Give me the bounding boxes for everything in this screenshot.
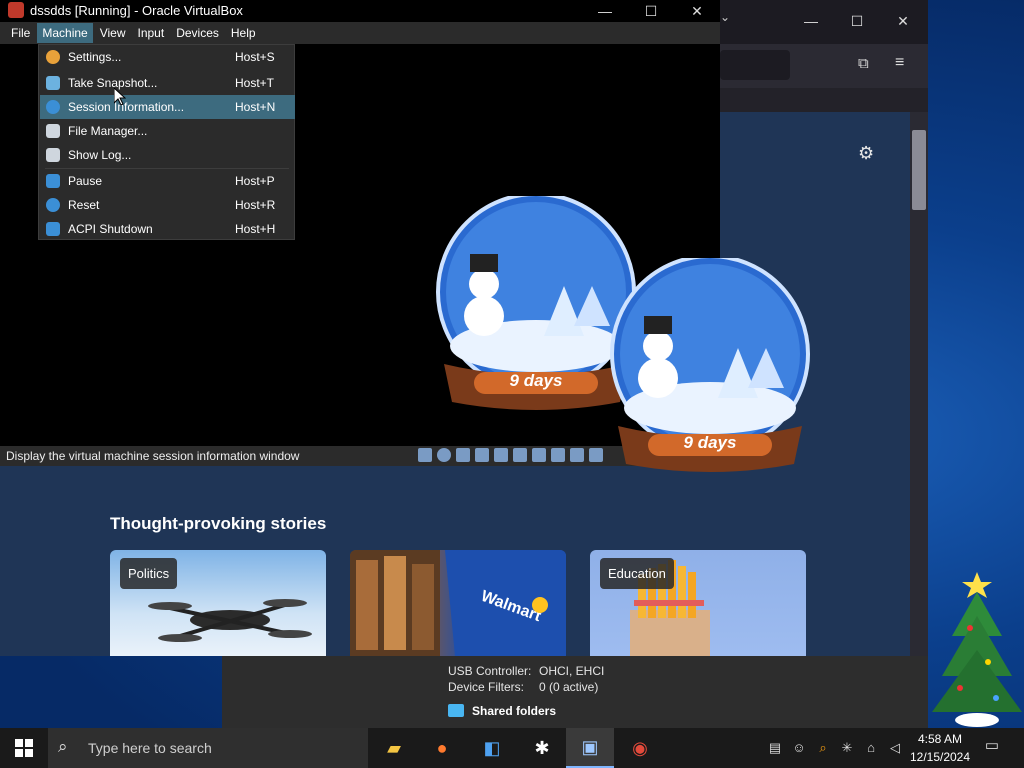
camera-icon (46, 76, 60, 90)
shared-folder-status-icon[interactable] (513, 448, 527, 462)
card-tag: Politics (120, 558, 178, 589)
storage-tray-icon[interactable]: ▤ (767, 740, 783, 756)
device-filters-value: 0 (0 active) (539, 680, 599, 694)
mouse-cursor-icon (114, 88, 126, 106)
menu-item-shortcut: Host+P (235, 174, 275, 188)
menu-item-take-snapshot[interactable]: Take Snapshot... Host+T (40, 71, 295, 95)
tab-list-chevron-icon[interactable]: ⌄ (720, 10, 740, 24)
menu-item-shortcut: Host+H (235, 222, 276, 236)
host-key-icon[interactable] (589, 448, 603, 462)
info-icon (46, 100, 60, 114)
display-icon[interactable] (532, 448, 546, 462)
virtualbox-manager-icon[interactable]: ▣ (566, 728, 614, 768)
menubar: File Machine View Input Devices Help (0, 22, 720, 44)
machine-menu: Settings... Host+S Take Snapshot... Host… (38, 44, 295, 240)
menu-item-session-information[interactable]: Session Information... Host+N (40, 95, 295, 119)
menu-item-shortcut: Host+N (235, 100, 276, 114)
firefox-icon[interactable]: ● (418, 728, 466, 768)
virtualbox-icon[interactable]: ◉ (616, 728, 664, 768)
search-placeholder: Type here to search (88, 740, 212, 756)
menu-item-label: Reset (68, 198, 100, 212)
menu-view[interactable]: View (95, 23, 131, 43)
url-bar[interactable] (720, 50, 790, 80)
power-icon (46, 222, 60, 236)
story-card-education[interactable]: Education (590, 550, 806, 656)
search-icon: ⌕ (58, 737, 68, 756)
volume-muted-icon[interactable]: ◁ (887, 740, 903, 756)
snow-globe-widget[interactable]: 9 days (608, 254, 812, 474)
browser-close-button[interactable]: ✕ (880, 6, 926, 36)
reset-icon (46, 198, 60, 212)
story-card-politics[interactable]: Politics (110, 550, 326, 656)
start-button[interactable] (0, 728, 48, 768)
story-card-walmart[interactable]: Walmart (350, 550, 566, 656)
usb-controller-label: USB Controller: (448, 664, 532, 678)
card-tag: Education (600, 558, 674, 589)
settings-gear-icon[interactable]: ⚙ (858, 143, 878, 163)
walmart-store-image: Walmart (350, 550, 566, 656)
virtualbox-logo-icon (8, 2, 24, 18)
audio-icon[interactable] (456, 448, 470, 462)
pause-icon (46, 174, 60, 188)
menu-item-show-log[interactable]: Show Log... (40, 143, 295, 167)
menu-machine[interactable]: Machine (37, 23, 93, 43)
countdown-label: 9 days (683, 433, 737, 452)
gear-icon (46, 50, 60, 64)
menu-file[interactable]: File (6, 23, 35, 43)
menu-item-shortcut: Host+S (235, 50, 275, 64)
hard-disk-icon[interactable] (418, 448, 432, 462)
device-filters-label: Device Filters: (448, 680, 525, 694)
clock-date[interactable]: 12/15/2024 (906, 750, 974, 764)
mouse-integration-icon[interactable] (570, 448, 584, 462)
menu-item-shortcut: Host+R (235, 198, 276, 212)
window-title: dssdds [Running] - Oracle VirtualBox (30, 3, 243, 18)
menu-icon[interactable]: ≡ (895, 54, 913, 72)
menu-item-settings[interactable]: Settings... Host+S (40, 45, 295, 69)
visual-studio-icon[interactable]: ◧ (468, 728, 516, 768)
menu-item-reset[interactable]: Reset Host+R (40, 193, 295, 217)
browser-minimize-button[interactable]: — (788, 6, 834, 36)
browser-maximize-button[interactable]: ☐ (834, 6, 880, 36)
sparkle-tray-icon[interactable]: ✳ (839, 740, 855, 756)
menu-item-label: File Manager... (68, 124, 148, 138)
christmas-tree-widget[interactable] (930, 566, 1024, 728)
status-text: Display the virtual machine session info… (6, 449, 300, 463)
windows-logo-icon (15, 739, 33, 757)
file-manager-icon (46, 124, 60, 138)
snipping-tool-icon[interactable]: ✱ (518, 728, 566, 768)
menu-item-acpi-shutdown[interactable]: ACPI Shutdown Host+H (40, 217, 295, 241)
menu-item-label: Session Information... (68, 100, 185, 114)
menu-item-label: Pause (68, 174, 103, 188)
countdown-label: 9 days (509, 371, 563, 390)
menu-input[interactable]: Input (133, 23, 170, 43)
file-explorer-icon[interactable]: ▰ (370, 728, 418, 768)
notifications-icon[interactable]: ▭ (984, 738, 1000, 754)
menu-item-label: Take Snapshot... (68, 76, 158, 90)
menu-item-pause[interactable]: Pause Host+P (40, 169, 295, 193)
network-tray-icon[interactable]: ⌂ (863, 740, 879, 756)
usb-icon[interactable] (494, 448, 508, 462)
shared-folders-icon (448, 704, 464, 717)
browser-scroll-thumb[interactable] (912, 130, 926, 210)
optical-drive-icon[interactable] (437, 448, 451, 462)
menu-item-label: ACPI Shutdown (68, 222, 153, 236)
recording-icon[interactable] (551, 448, 565, 462)
menu-item-file-manager[interactable]: File Manager... (40, 119, 295, 143)
shared-folders-label[interactable]: Shared folders (472, 704, 556, 718)
menu-devices[interactable]: Devices (171, 23, 224, 43)
section-title: Thought-provoking stories (110, 514, 327, 533)
usb-controller-value: OHCI, EHCI (539, 664, 605, 678)
menu-help[interactable]: Help (226, 23, 261, 43)
extensions-icon[interactable]: ⧉ (858, 55, 876, 73)
menu-item-label: Settings... (68, 50, 122, 64)
log-icon (46, 148, 60, 162)
search-tray-icon[interactable]: ⌕ (815, 740, 831, 756)
menu-item-shortcut: Host+T (235, 76, 275, 90)
clock-time[interactable]: 4:58 AM (912, 732, 968, 746)
user-tray-icon[interactable]: ☺ (791, 740, 807, 756)
menu-item-label: Show Log... (68, 148, 132, 162)
network-icon[interactable] (475, 448, 489, 462)
